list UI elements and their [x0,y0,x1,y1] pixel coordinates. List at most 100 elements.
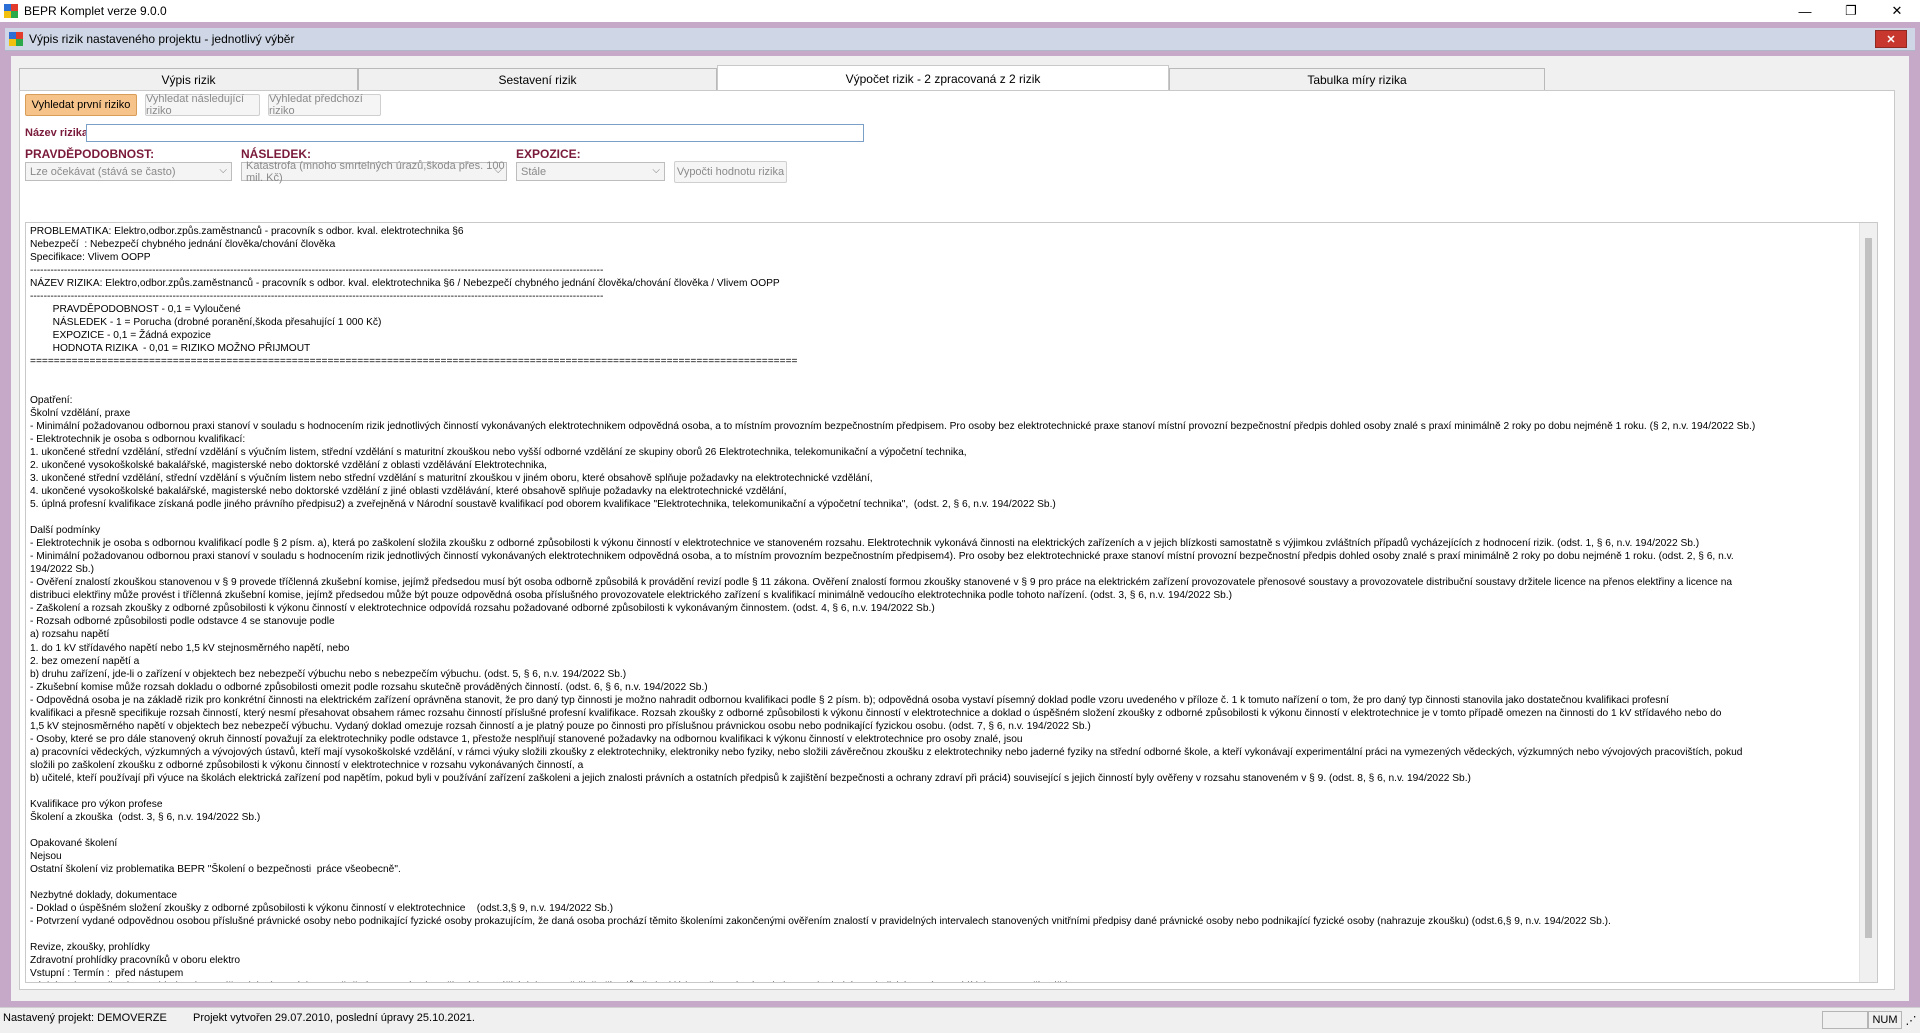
report-line: ----------------------------------------… [30,291,604,303]
report-line: - Rozsah odborné způsobilosti podle odst… [30,616,335,628]
report-line: - Zaškolení a rozsah zkoušky z odborné z… [30,603,935,615]
report-line: - Zkušební komise může rozsah dokladu o … [30,681,708,693]
report-line: 3. ukončené střední vzdělání, střední vz… [30,473,873,485]
report-line: a) pracovníci vědeckých, výzkumných a vý… [30,746,1743,758]
tab-vypis-rizik[interactable]: Výpis rizik [19,68,358,90]
report-line: HODNOTA RIZIKA - 0,01 = RIZIKO MOŽNO PŘI… [30,343,311,355]
report-line: NÁZEV RIZIKA: Elektro,odbor.způs.zaměstn… [30,278,780,290]
report-line: ========================================… [30,356,798,368]
report-line: Specifikace: Vlivem OOPP [30,252,151,264]
app-logo-icon [4,4,18,18]
probability-label: PRAVDĚPODOBNOST: [25,147,155,161]
report-line: Zdravotní prohlídky pracovníků v oboru e… [30,954,241,966]
exposure-select[interactable]: Stále ⌵ [516,162,665,181]
report-line: Ostatní školení viz problematika BEPR "Š… [30,863,401,875]
tab-bar: Výpis rizik Sestavení rizik Výpočet rizi… [19,65,1895,91]
restore-button[interactable]: ❐ [1828,0,1874,22]
report-line: - Minimální požadovanou odbornou praxi s… [30,551,1734,563]
report-line: - Odpovědná osoba je na základě rizik pr… [30,694,1669,706]
report-line [30,824,1877,837]
report-line: složili po zaškolení zkoušku z odborné z… [30,759,584,771]
report-line: distribuci elektřiny může provést i tříč… [30,590,1233,602]
report-line: Nebezpečí : Nebezpečí chybného jednání č… [30,239,336,251]
report-line: 1. ukončené střední vzdělání, střední vz… [30,447,967,459]
chevron-down-icon: ⌵ [494,165,502,176]
chevron-down-icon: ⌵ [219,165,227,176]
compute-risk-button[interactable]: Vypočti hodnotu rizika [674,161,787,183]
child-window-logo-icon [9,32,23,46]
find-first-risk-button[interactable]: Vyhledat první riziko [25,94,137,116]
report-line: 194/2022 Sb.) [30,564,95,576]
status-empty-box [1822,1011,1868,1029]
report-line: 1. do 1 kV střídavého napětí nebo 1,5 kV… [30,642,350,654]
report-line: Vstupní : Termín : před nástupem [30,967,184,979]
report-line: Další podmínky [30,525,101,537]
mdi-area: Výpis rizik nastaveného projektu - jedno… [0,22,1920,1007]
status-project: Nastavený projekt: DEMOVERZE [3,1012,167,1024]
report-line: Závisí na kategorii práce. Vzhledem k pr… [30,980,1877,982]
report-line: EXPOZICE - 0,1 = Žádná expozice [30,330,211,342]
child-window-title-bar: Výpis rizik nastaveného projektu - jedno… [5,28,1915,51]
child-close-button[interactable]: ✕ [1875,30,1907,48]
report-line [30,511,1877,524]
report-line: Opakované školení [30,837,118,849]
report-line: kvalifikaci a přesně specifikuje rozsah … [30,707,1722,719]
tab-vypocet-rizik[interactable]: Výpočet rizik - 2 zpracovaná z 2 rizik [717,65,1169,91]
risk-report-textarea[interactable]: PROBLEMATIKA: Elektro,odbor.způs.zaměstn… [25,222,1878,983]
report-line: - Doklad o úspěšném složení zkoušky z od… [30,902,614,914]
tab-panel-vypocet: Vyhledat první riziko Vyhledat následují… [19,90,1895,990]
report-line: b) učitelé, kteří používají při výuce na… [30,772,1471,784]
vertical-scrollbar[interactable] [1859,223,1877,982]
risk-name-label: Název rizika: [25,127,92,139]
report-line: - Osoby, které se pro dále stanovený okr… [30,733,1023,745]
tab-tabulka-miry-rizika[interactable]: Tabulka míry rizika [1169,68,1545,90]
report-line: Opatření: [30,395,73,407]
report-line [30,876,1877,889]
report-line: Kvalifikace pro výkon profese [30,798,163,810]
exposure-label: EXPOZICE: [516,147,581,161]
close-button[interactable]: ✕ [1874,0,1920,22]
tab-sestaveni-rizik[interactable]: Sestavení rizik [358,68,717,90]
consequence-select[interactable]: Katastrofa (mnoho smrtelných úrazů,škoda… [241,159,507,184]
probability-select[interactable]: Lze očekávat (stává se často) ⌵ [25,162,232,181]
report-line: b) druhu zařízení, jde-li o zařízení v o… [30,668,627,680]
report-line [30,381,1877,394]
report-line: - Elektrotechnik je osoba s odbornou kva… [30,538,1700,550]
report-line: ----------------------------------------… [30,265,604,277]
chevron-down-icon: ⌵ [652,165,660,176]
report-line: Nejsou [30,850,62,862]
resize-grip-icon[interactable]: ⋰ [1902,1011,1920,1029]
report-line: NÁSLEDEK - 1 = Porucha (drobné poranění,… [30,317,382,329]
report-line: PROBLEMATIKA: Elektro,odbor.způs.zaměstn… [30,226,464,237]
report-line: 2. bez omezení napětí a [30,655,140,667]
scrollbar-thumb[interactable] [1865,238,1872,938]
find-next-risk-button[interactable]: Vyhledat následující riziko [145,93,260,117]
report-line [30,368,1877,381]
report-line [30,928,1877,941]
report-line: 4. ukončené vysokoškolské bakalářské, ma… [30,486,787,498]
child-window-title: Výpis rizik nastaveného projektu - jedno… [29,32,295,46]
report-line: 2. ukončené vysokoškolské bakalářské, ma… [30,460,548,472]
report-line: 5. úplná profesní kvalifikace získaná po… [30,499,1056,511]
report-line: a) rozsahu napětí [30,629,110,641]
risk-name-input[interactable] [86,124,864,142]
report-line: Nezbytné doklady, dokumentace [30,889,178,901]
find-previous-risk-button[interactable]: Vyhledat předchozí riziko [268,93,381,117]
report-line: - Elektrotechnik je osoba s odbornou kva… [30,434,246,446]
window-controls: — ❐ ✕ [1782,0,1920,22]
report-line [30,785,1877,798]
consequence-value: Katastrofa (mnoho smrtelných úrazů,škoda… [246,159,505,184]
report-line: - Minimální požadovanou odbornou praxi s… [30,421,1756,433]
status-bar: Nastavený projekt: DEMOVERZE Projekt vyt… [0,1007,1920,1033]
app-title-bar: BEPR Komplet verze 9.0.0 — ❐ ✕ [0,0,1920,22]
report-line: Školení a zkouška (odst. 3, § 6, n.v. 19… [30,811,261,823]
app-title: BEPR Komplet verze 9.0.0 [24,4,167,18]
report-line: Školní vzdělání, praxe [30,408,131,420]
child-window-content: Výpis rizik Sestavení rizik Výpočet rizi… [11,56,1909,1001]
status-num-indicator: NUM [1868,1011,1902,1029]
report-line: 1,5 kV stejnosměrného napětí v objektech… [30,720,1091,732]
report-line: - Potvrzení vydané odpovědnou osobou pří… [30,915,1611,927]
exposure-value: Stále [521,165,547,178]
report-line: Revize, zkoušky, prohlídky [30,941,150,953]
minimize-button[interactable]: — [1782,0,1828,22]
